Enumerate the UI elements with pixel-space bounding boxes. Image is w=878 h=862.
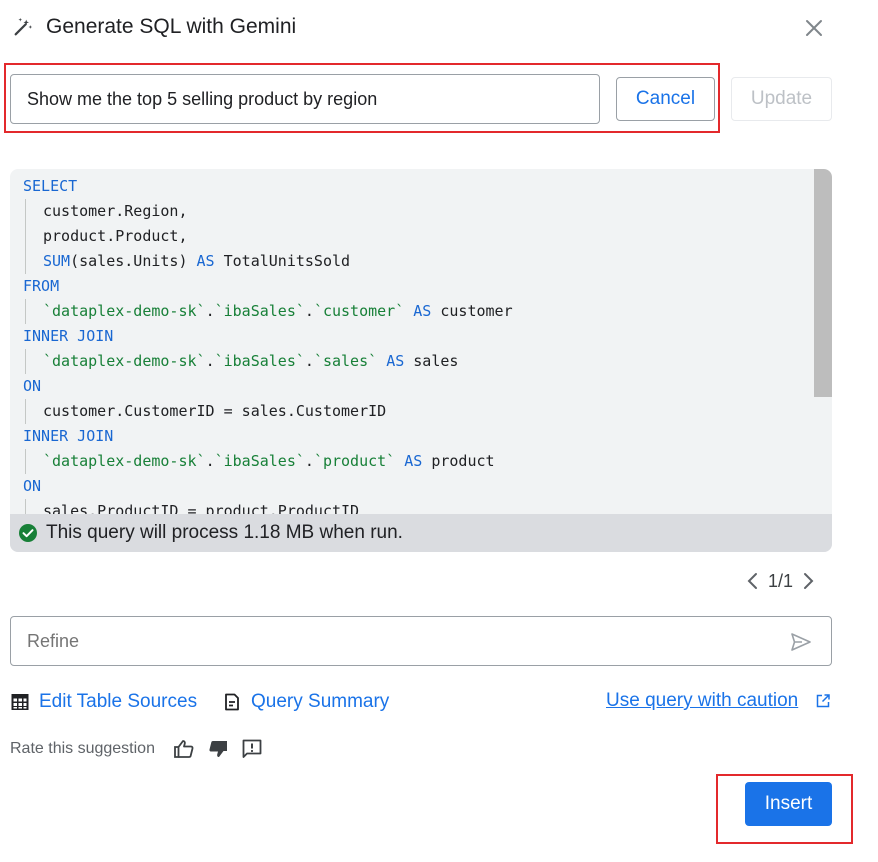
sql-code-line: INNER JOIN <box>23 424 113 449</box>
dialog-header: Generate SQL with Gemini <box>10 12 830 44</box>
sql-code-panel: SELECT customer.Region, product.Product, SU… <box>10 169 832 552</box>
indent-guide <box>25 499 26 514</box>
thumb-down-icon[interactable] <box>207 738 229 760</box>
sql-token: . <box>304 352 314 370</box>
chevron-right-icon[interactable] <box>799 570 817 592</box>
chevron-left-icon[interactable] <box>744 570 762 592</box>
refine-field[interactable] <box>10 616 832 666</box>
sql-code-line: SELECT <box>23 174 77 199</box>
sql-code-editor[interactable]: SELECT customer.Region, product.Product, SU… <box>10 169 814 514</box>
close-icon[interactable] <box>800 14 828 42</box>
sql-code-line: SUM(sales.Units) AS TotalUnitsSold <box>23 249 350 274</box>
send-icon[interactable] <box>789 630 813 654</box>
insert-button[interactable]: Insert <box>745 782 832 826</box>
sql-token: FROM <box>23 277 60 295</box>
indent-guide <box>25 399 26 424</box>
update-button[interactable]: Update <box>731 77 832 121</box>
sql-token: SELECT <box>23 177 78 195</box>
code-scrollbar-thumb[interactable] <box>814 169 832 397</box>
sql-code-line: `dataplex-demo-sk`.`ibaSales`.`product` … <box>23 449 495 474</box>
magic-pen-icon <box>14 17 33 36</box>
sql-code-line: INNER JOIN <box>23 324 113 349</box>
rate-suggestion-label: Rate this suggestion <box>10 740 155 757</box>
edit-table-sources-label: Edit Table Sources <box>39 691 198 712</box>
sql-token: product <box>422 452 495 470</box>
sql-code-line: customer.Region, <box>23 199 188 224</box>
query-status-text: This query will process 1.18 MB when run… <box>46 522 403 543</box>
sql-code-line: FROM <box>23 274 59 299</box>
dialog-title: Generate SQL with Gemini <box>46 15 297 38</box>
thumb-up-icon[interactable] <box>173 738 195 760</box>
document-summary-icon <box>225 693 239 711</box>
sql-token: `dataplex-demo-sk` <box>43 352 206 370</box>
sql-token: (sales.Units) <box>70 252 197 270</box>
sql-token: AS <box>386 352 405 370</box>
sql-code-line: customer.CustomerID = sales.CustomerID <box>23 399 386 424</box>
sql-token: `dataplex-demo-sk` <box>43 302 206 320</box>
indent-guide <box>25 224 26 249</box>
code-scrollbar[interactable] <box>814 169 832 514</box>
sql-token: AS <box>196 252 215 270</box>
sql-token: AS <box>404 452 423 470</box>
sql-token: . <box>205 352 215 370</box>
sql-token: SUM <box>43 252 71 270</box>
sql-token: `dataplex-demo-sk` <box>43 452 206 470</box>
sql-token: INNER JOIN <box>23 427 114 445</box>
sql-token: AS <box>413 302 432 320</box>
sql-token: product.Product, <box>43 227 188 245</box>
sql-token: . <box>304 302 314 320</box>
sql-token: . <box>205 452 215 470</box>
sql-token: sales <box>404 352 459 370</box>
indent-guide <box>25 199 26 224</box>
sql-code-line: sales.ProductID = product.ProductID <box>23 499 359 514</box>
sql-token: TotalUnitsSold <box>214 252 351 270</box>
refine-input[interactable] <box>27 617 727 665</box>
sql-code-line: product.Product, <box>23 224 188 249</box>
edit-table-sources-link[interactable]: Edit Table Sources <box>10 688 197 716</box>
sql-code-line: `dataplex-demo-sk`.`ibaSales`.`customer`… <box>23 299 513 324</box>
cancel-button[interactable]: Cancel <box>616 77 715 121</box>
sql-token: `ibaSales` <box>214 352 305 370</box>
sql-token: . <box>205 302 215 320</box>
sql-token: `product` <box>313 452 396 470</box>
prompt-input[interactable]: Show me the top 5 selling product by reg… <box>10 74 600 124</box>
query-status-bar: This query will process 1.18 MB when run… <box>10 514 832 552</box>
indent-guide <box>25 449 26 474</box>
sql-token: sales.ProductID = product.ProductID <box>43 502 360 514</box>
sql-token: `customer` <box>313 302 405 320</box>
check-circle-icon <box>19 524 37 542</box>
sql-code-line: `dataplex-demo-sk`.`ibaSales`.`sales` AS… <box>23 349 458 374</box>
external-link-icon[interactable] <box>815 693 831 709</box>
table-icon <box>11 694 29 710</box>
sql-token: `ibaSales` <box>214 302 305 320</box>
query-summary-link[interactable]: Query Summary <box>222 688 389 716</box>
sql-token: customer.Region, <box>43 202 188 220</box>
sql-token: `ibaSales` <box>214 452 305 470</box>
sql-token: INNER JOIN <box>23 327 114 345</box>
use-query-with-caution-link[interactable]: Use query with caution <box>606 690 798 712</box>
query-summary-label: Query Summary <box>251 691 390 712</box>
sql-token: ON <box>23 477 42 495</box>
report-feedback-icon[interactable] <box>241 738 263 760</box>
sql-code-line: ON <box>23 374 41 399</box>
indent-guide <box>25 249 26 274</box>
indent-guide <box>25 349 26 374</box>
sql-code-line: ON <box>23 474 41 499</box>
sql-token: customer <box>431 302 513 320</box>
suggestion-pager: 1/1 <box>744 569 817 593</box>
sql-token: customer.CustomerID = sales.CustomerID <box>43 402 387 420</box>
sql-token: `sales` <box>313 352 378 370</box>
indent-guide <box>25 299 26 324</box>
pager-count: 1/1 <box>768 570 794 591</box>
sql-token: ON <box>23 377 42 395</box>
rate-suggestion-row: Rate this suggestion <box>10 737 275 761</box>
sql-token: . <box>304 452 314 470</box>
